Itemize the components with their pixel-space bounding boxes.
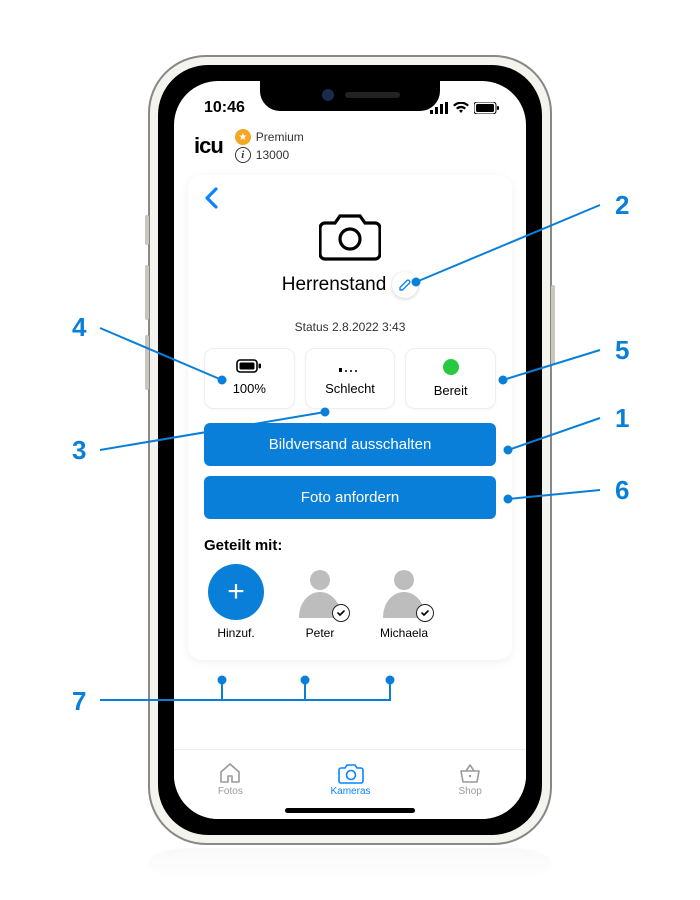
power-button: [551, 285, 555, 365]
callout-5: 5: [615, 335, 629, 366]
stats-row: 100% Schlecht Bereit: [204, 348, 496, 409]
disable-transmission-button[interactable]: Bildversand ausschalten: [204, 423, 496, 466]
stat-ready[interactable]: Bereit: [405, 348, 496, 409]
clock: 10:46: [204, 99, 245, 117]
app-header: icu ★ Premium i 13000: [174, 123, 526, 169]
back-button[interactable]: [204, 187, 218, 216]
check-icon: [416, 604, 434, 622]
camera-icon: [338, 762, 364, 784]
avatar-icon: [292, 564, 348, 620]
screen: 10:46 icu ★ Premium: [174, 81, 526, 819]
status-line: Status 2.8.2022 3:43: [204, 320, 496, 334]
mute-switch: [145, 215, 149, 245]
tab-shop[interactable]: Shop: [458, 762, 482, 797]
shared-user-peter[interactable]: Peter: [292, 564, 348, 640]
callout-3: 3: [72, 435, 86, 466]
phone-reflection: [148, 848, 552, 880]
app-logo: icu: [194, 133, 223, 159]
volume-down-button: [145, 335, 149, 390]
status-indicators: [430, 102, 500, 114]
battery-icon: [474, 102, 500, 114]
callout-6: 6: [615, 475, 629, 506]
signal-low-icon: [337, 359, 363, 373]
volume-up-button: [145, 265, 149, 320]
shared-with-row: + Hinzuf. Peter: [204, 564, 496, 640]
phone-notch: [260, 81, 440, 111]
home-indicator[interactable]: [285, 808, 415, 813]
annotated-figure: 10:46 icu ★ Premium: [0, 0, 700, 900]
phone-frame: 10:46 icu ★ Premium: [148, 55, 552, 845]
check-icon: [332, 604, 350, 622]
tab-photos[interactable]: Fotos: [218, 762, 243, 797]
camera-icon-wrap: [204, 189, 496, 266]
callout-7: 7: [72, 686, 86, 717]
plus-icon: +: [208, 564, 264, 620]
camera-title: Herrenstand: [282, 274, 387, 296]
callout-1: 1: [615, 403, 629, 434]
star-icon: ★: [235, 129, 251, 145]
avatar-icon: [376, 564, 432, 620]
request-photo-button[interactable]: Foto anfordern: [204, 476, 496, 519]
add-share-button[interactable]: + Hinzuf.: [208, 564, 264, 640]
callout-2: 2: [615, 190, 629, 221]
points-row[interactable]: i 13000: [235, 147, 304, 163]
front-camera: [322, 89, 334, 101]
tab-cameras[interactable]: Kameras: [331, 762, 371, 797]
camera-card: Herrenstand Status 2.8.2022 3:43: [188, 175, 512, 660]
basket-icon: [458, 762, 482, 784]
home-icon: [218, 762, 242, 784]
points-value: 13000: [256, 148, 289, 162]
wifi-icon: [453, 102, 469, 114]
edit-name-button[interactable]: [392, 272, 418, 298]
battery-full-icon: [236, 359, 262, 373]
battery-value: 100%: [233, 381, 266, 396]
callout-4: 4: [72, 312, 86, 343]
status-dot-icon: [443, 359, 459, 375]
premium-row[interactable]: ★ Premium: [235, 129, 304, 145]
camera-icon: [319, 211, 381, 261]
premium-label: Premium: [256, 130, 304, 144]
shared-user-michaela[interactable]: Michaela: [376, 564, 432, 640]
shared-with-title: Geteilt mit:: [204, 537, 496, 554]
ready-value: Bereit: [434, 383, 468, 398]
phone-bezel: 10:46 icu ★ Premium: [158, 65, 542, 835]
chevron-left-icon: [204, 187, 218, 209]
signal-value: Schlecht: [325, 381, 375, 396]
stat-battery[interactable]: 100%: [204, 348, 295, 409]
pencil-icon: [398, 278, 412, 292]
stat-signal[interactable]: Schlecht: [305, 348, 396, 409]
info-icon: i: [235, 147, 251, 163]
speaker: [345, 92, 400, 98]
